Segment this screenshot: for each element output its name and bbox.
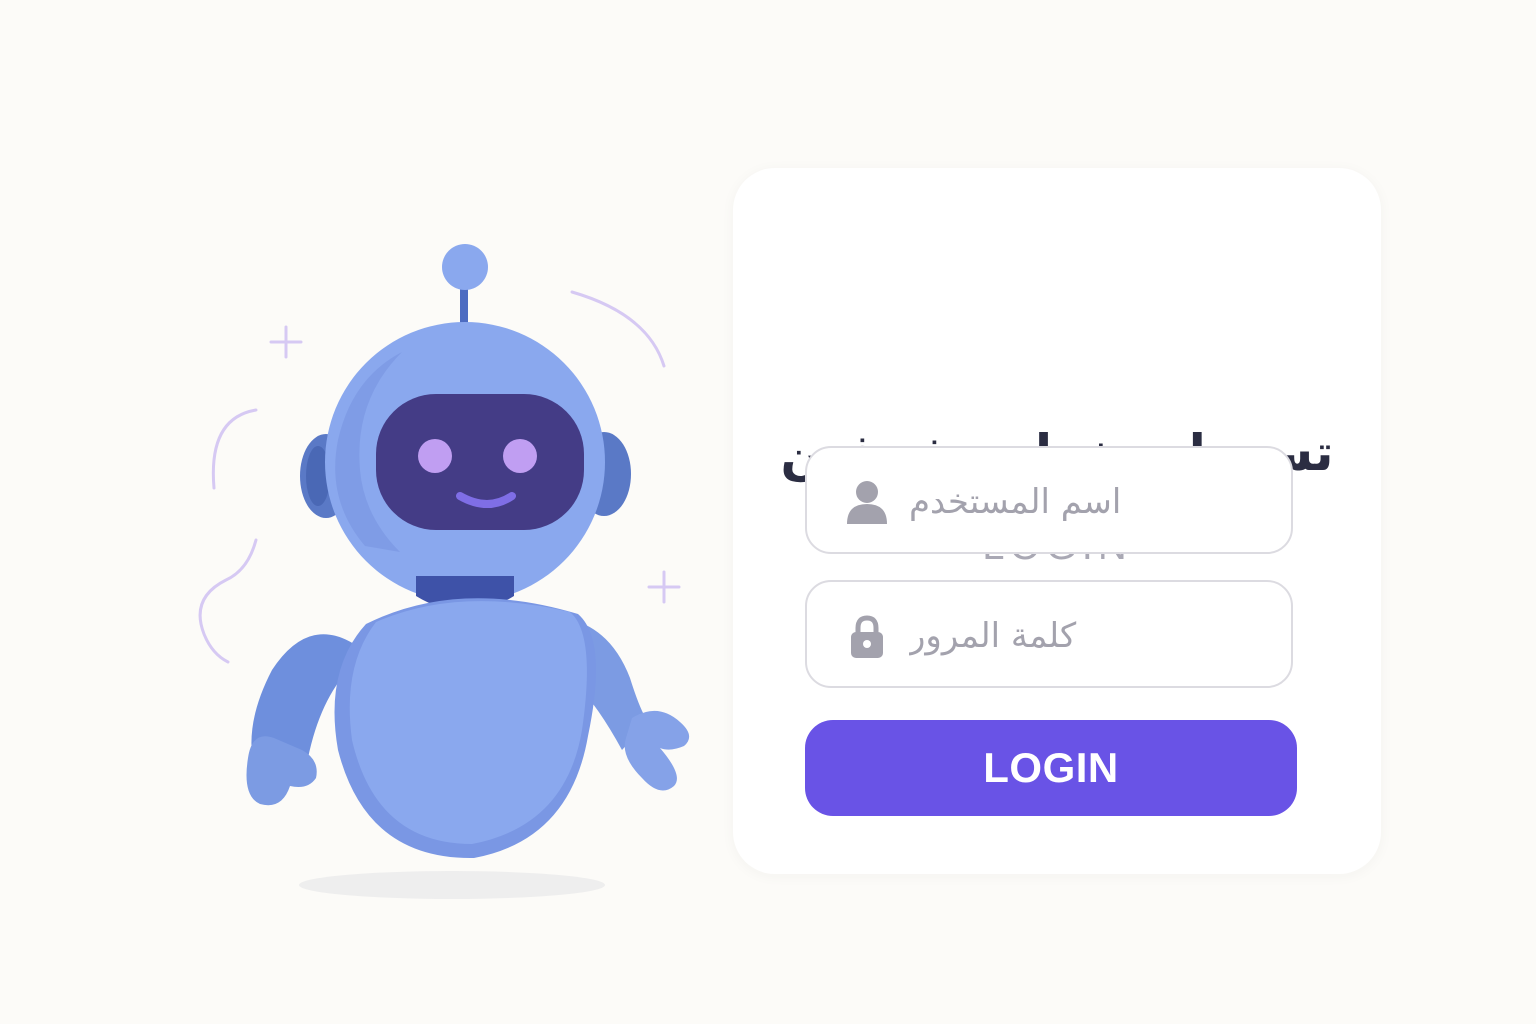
robot-right-eye [503, 439, 537, 473]
login-button[interactable]: LOGIN [805, 720, 1297, 816]
user-icon [845, 480, 889, 524]
robot-body [334, 598, 596, 859]
password-input[interactable] [907, 600, 1241, 672]
username-input[interactable] [907, 466, 1241, 538]
lock-icon [845, 614, 889, 658]
robot-illustration [190, 230, 710, 920]
username-field[interactable] [805, 446, 1293, 554]
login-card: تسجيل دخول مشرفين LOGIN LOGIN [733, 168, 1381, 874]
decor-wave-left [198, 538, 258, 664]
login-page: تسجيل دخول مشرفين LOGIN LOGIN [0, 0, 1536, 1024]
robot-visor [376, 394, 584, 530]
robot-shadow [299, 871, 605, 899]
decor-plus-right [647, 570, 681, 604]
password-field[interactable] [805, 580, 1293, 688]
decor-arc-top-right [570, 290, 666, 368]
robot-left-eye [418, 439, 452, 473]
decor-arc-left [211, 408, 258, 490]
decor-plus-left [269, 325, 303, 359]
